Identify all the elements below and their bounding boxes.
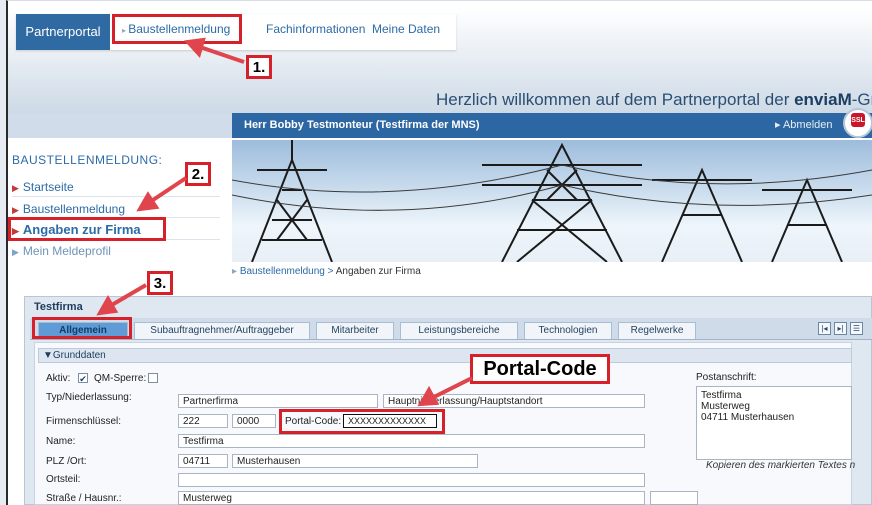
annotation-arrows [96, 37, 473, 407]
